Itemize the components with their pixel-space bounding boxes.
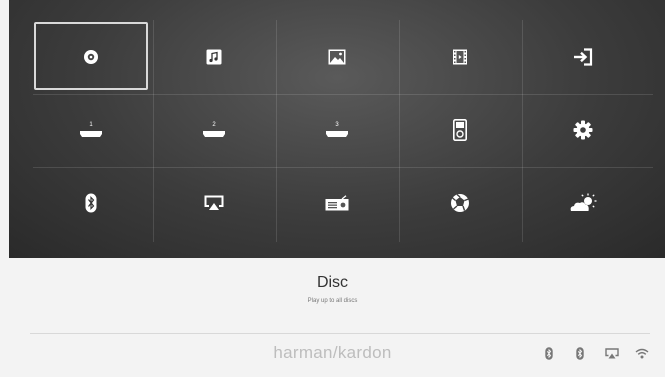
status-airplay [604,346,620,360]
brand-logo: harman/kardon [273,343,392,362]
gear-icon [573,120,593,140]
weather-icon [570,193,597,211]
selected-source-title: Disc [316,274,349,291]
tile-settings[interactable] [522,94,644,166]
disc-icon [84,50,98,64]
film-icon [453,49,467,65]
tile-bluetooth[interactable] [30,167,152,239]
hdmi-input-icon: 3 [326,122,348,137]
selected-source-description: Play up to all discs [307,298,358,304]
hdmi-input-icon: 2 [203,122,225,137]
tile-airplay[interactable] [153,167,275,239]
bluetooth-icon [545,346,553,360]
tile-hdmi-2[interactable]: 2 [153,94,275,166]
status-bluetooth-1 [541,346,557,360]
hdmi-input-icon: 1 [80,122,102,137]
source-menu-grid: 1 2 3 [9,0,665,258]
tile-hdmi-3[interactable]: 3 [276,94,398,166]
ipod-icon [453,119,467,141]
airplay-icon [204,195,224,210]
tile-video[interactable] [399,21,521,93]
radio-icon [325,195,349,211]
bluetooth-icon [85,193,97,213]
status-bluetooth-2 [572,346,588,360]
aperture-icon [451,193,469,212]
tile-photo[interactable] [276,21,398,93]
status-wifi [634,346,650,360]
home-screen: 1 2 3 Disc Play up to all discs harman/k… [0,0,665,377]
tile-photo-share[interactable] [399,167,521,239]
hdmi-number-label: 1 [89,122,93,128]
tile-music[interactable] [153,21,275,93]
photo-icon [328,49,346,65]
tile-radio[interactable] [276,167,398,239]
hdmi-number-label: 2 [212,122,216,128]
tile-disc[interactable] [30,21,152,93]
footer-divider [30,333,650,334]
tile-input[interactable] [522,21,644,93]
hdmi-number-label: 3 [335,122,339,128]
input-arrow-icon [574,48,593,66]
selection-info-panel: Disc Play up to all discs [0,258,665,338]
bluetooth-icon [576,346,584,360]
tile-hdmi-1[interactable]: 1 [30,94,152,166]
wifi-icon [635,348,649,358]
music-note-icon [206,49,222,65]
airplay-icon [605,347,619,358]
tile-ipod[interactable] [399,94,521,166]
tile-weather[interactable] [522,167,644,239]
